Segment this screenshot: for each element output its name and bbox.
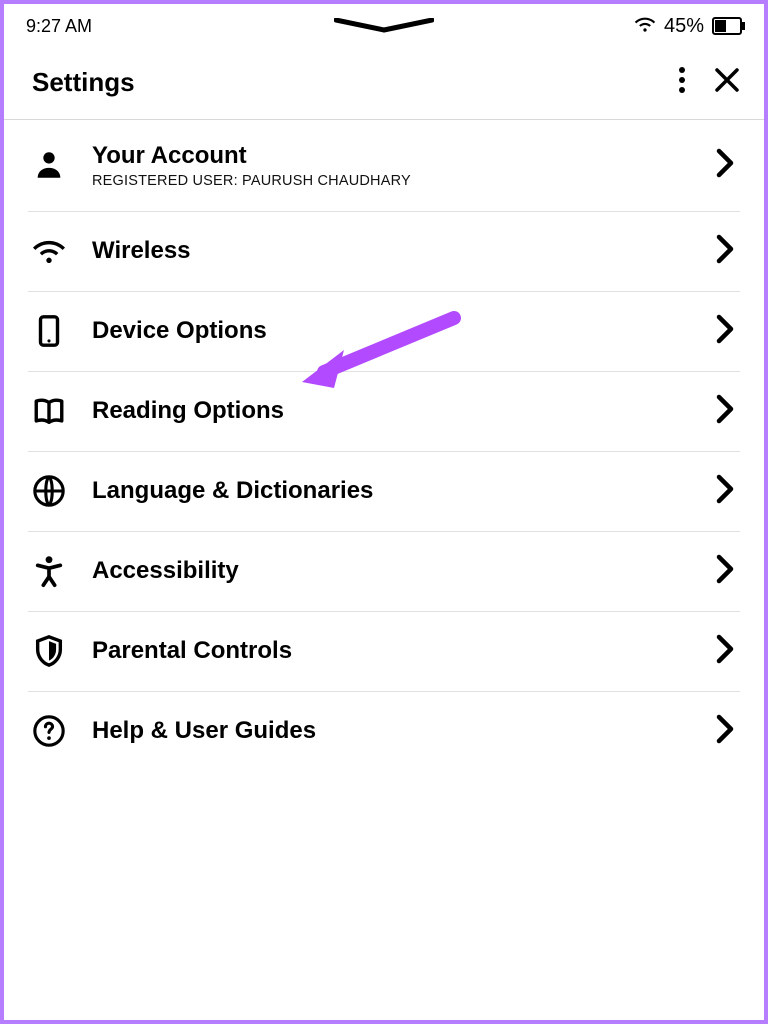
- chevron-right-icon: [716, 714, 734, 749]
- menu-item-accessibility[interactable]: Accessibility: [28, 532, 740, 612]
- chevron-right-icon: [716, 148, 734, 183]
- device-icon: [32, 314, 78, 348]
- chevron-right-icon: [716, 634, 734, 669]
- menu-item-label: Reading Options: [92, 397, 716, 426]
- menu-item-label: Accessibility: [92, 557, 716, 586]
- status-clock: 9:27 AM: [26, 16, 92, 37]
- shield-icon: [32, 634, 78, 668]
- menu-item-label: Wireless: [92, 237, 716, 266]
- menu-item-wireless[interactable]: Wireless: [28, 212, 740, 292]
- accessibility-icon: [32, 554, 78, 588]
- menu-item-label: Help & User Guides: [92, 717, 716, 746]
- battery-percent: 45%: [664, 15, 704, 38]
- menu-item-reading-options[interactable]: Reading Options: [28, 372, 740, 452]
- menu-item-label: Your Account: [92, 142, 716, 171]
- chevron-right-icon: [716, 314, 734, 349]
- chevron-right-icon: [716, 554, 734, 589]
- notch-handle: [334, 18, 434, 39]
- settings-list: Your Account REGISTERED USER: PAURUSH CH…: [4, 120, 764, 771]
- menu-item-device-options[interactable]: Device Options: [28, 292, 740, 372]
- chevron-right-icon: [716, 474, 734, 509]
- menu-item-parental-controls[interactable]: Parental Controls: [28, 612, 740, 692]
- menu-item-label: Parental Controls: [92, 637, 716, 666]
- chevron-right-icon: [716, 234, 734, 269]
- menu-item-label: Device Options: [92, 317, 716, 346]
- wifi-icon: [634, 15, 656, 38]
- menu-item-language-dictionaries[interactable]: Language & Dictionaries: [28, 452, 740, 532]
- wifi-icon: [32, 234, 78, 268]
- globe-icon: [32, 474, 78, 508]
- chevron-right-icon: [716, 394, 734, 429]
- book-icon: [32, 394, 78, 428]
- help-icon: [32, 714, 78, 748]
- settings-header: Settings: [4, 48, 764, 120]
- menu-item-subtitle: REGISTERED USER: PAURUSH CHAUDHARY: [92, 173, 716, 189]
- menu-item-your-account[interactable]: Your Account REGISTERED USER: PAURUSH CH…: [28, 120, 740, 212]
- menu-item-help-user-guides[interactable]: Help & User Guides: [28, 692, 740, 771]
- battery-icon: [712, 17, 746, 35]
- person-icon: [32, 148, 78, 182]
- close-icon[interactable]: [714, 67, 740, 98]
- more-menu-icon[interactable]: [678, 66, 686, 99]
- page-title: Settings: [32, 67, 135, 98]
- menu-item-label: Language & Dictionaries: [92, 477, 716, 506]
